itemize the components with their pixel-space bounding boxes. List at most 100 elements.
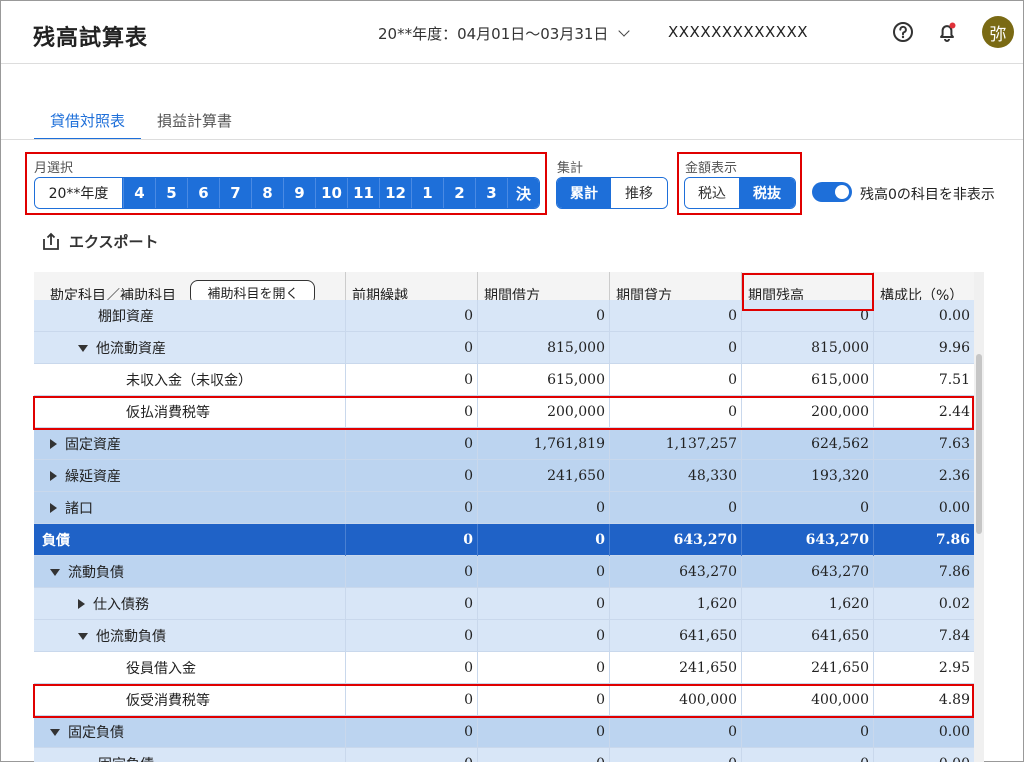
fiscal-year-button[interactable]: 20**年度 [35, 178, 123, 208]
bell-icon[interactable] [936, 21, 958, 43]
account-name: 仕入債務 [93, 597, 149, 613]
debit-cell: 615,000 [478, 364, 610, 396]
account-name: 役員借入金 [126, 661, 196, 677]
credit-cell: 0 [610, 492, 742, 524]
app-header: 残高試算表 20**年度：04月01日〜03月31日 XXXXXXXXXXXXX… [1, 1, 1023, 64]
balance-cell: 0 [742, 748, 874, 762]
table-row[interactable]: 固定資産 0 1,761,819 1,137,257 624,562 7.63 [34, 428, 974, 460]
account-name: 固定資産 [65, 437, 121, 453]
month-button-11[interactable]: 11 [347, 178, 379, 208]
account-name-cell: 未収入金（未収金） [34, 364, 346, 396]
month-button-6[interactable]: 6 [187, 178, 219, 208]
month-button-1[interactable]: 1 [411, 178, 443, 208]
month-button-5[interactable]: 5 [155, 178, 187, 208]
balance-cell: 193,320 [742, 460, 874, 492]
fiscal-period-selector[interactable]: 20**年度：04月01日〜03月31日 [378, 23, 631, 44]
balance-cell: 641,650 [742, 620, 874, 652]
ratio-cell: 2.95 [938, 660, 970, 676]
tax-included-button[interactable]: 税込 [685, 178, 740, 208]
account-name-cell[interactable]: 繰延資産 [34, 460, 346, 492]
table-row[interactable]: 固定負債00000.00 [34, 716, 974, 748]
account-name: 繰延資産 [65, 469, 121, 485]
debit-cell: 0 [478, 524, 610, 556]
credit-cell: 1,620 [610, 588, 742, 620]
account-name-cell[interactable]: 他流動資産 [34, 332, 346, 364]
collapse-triangle-icon[interactable] [78, 632, 88, 640]
collapse-triangle-icon[interactable] [50, 568, 60, 576]
table-row[interactable]: 仕入債務 0 0 1,620 1,620 0.02 [34, 588, 974, 620]
debit-cell: 1,761,819 [478, 428, 610, 460]
chevron-down-icon [618, 25, 631, 37]
month-button-7[interactable]: 7 [219, 178, 251, 208]
table-row[interactable]: 役員借入金 0 0 241,650 241,650 2.95 [34, 652, 974, 684]
month-button-9[interactable]: 9 [283, 178, 315, 208]
prev-cell: 0 [346, 620, 478, 652]
expand-triangle-icon[interactable] [50, 471, 57, 481]
credit-cell: 643,270 [610, 524, 742, 556]
month-button-4[interactable]: 4 [123, 178, 155, 208]
account-name-cell[interactable]: 他流動負債 [34, 620, 346, 652]
table-row[interactable]: 固定負債00000.00 [34, 748, 974, 762]
prev-cell: 0 [346, 524, 478, 556]
expand-triangle-icon[interactable] [50, 503, 57, 513]
ratio-cell: 0.00 [938, 500, 970, 516]
help-icon[interactable] [892, 21, 914, 43]
ratio-cell: 7.86 [938, 564, 970, 580]
tab-income-statement[interactable]: 損益計算書 [141, 100, 248, 140]
expand-triangle-icon[interactable] [78, 599, 85, 609]
prev-cell: 0 [346, 428, 478, 460]
tax-excluded-button[interactable]: 税抜 [739, 178, 795, 208]
month-button-10[interactable]: 10 [315, 178, 347, 208]
account-name-cell: 負債 [34, 524, 346, 556]
prev-cell: 0 [346, 556, 478, 588]
collapse-triangle-icon[interactable] [50, 728, 60, 736]
scrollbar-thumb[interactable] [976, 354, 982, 534]
prev-cell: 0 [346, 460, 478, 492]
table-row[interactable]: 負債 0 0 643,270 643,270 7.86 [34, 524, 974, 556]
table-row[interactable]: 他流動資産 0 815,000 0 815,000 9.96 [34, 332, 974, 364]
tab-balance-sheet[interactable]: 貸借対照表 [34, 100, 142, 140]
expand-triangle-icon[interactable] [50, 439, 57, 449]
month-button-2[interactable]: 2 [443, 178, 475, 208]
debit-cell: 815,000 [478, 332, 610, 364]
ratio-cell: 2.36 [938, 468, 970, 484]
ratio-cell: 0.00 [938, 308, 970, 324]
debit-cell: 0 [478, 748, 610, 762]
ratio-cell: 0.00 [938, 724, 970, 740]
balance-cell: 0 [742, 716, 874, 748]
report-tabs: 貸借対照表 損益計算書 [34, 100, 248, 140]
credit-cell: 0 [610, 332, 742, 364]
account-name: 負債 [42, 533, 70, 549]
collapse-triangle-icon[interactable] [78, 344, 88, 352]
month-button-12[interactable]: 12 [379, 178, 411, 208]
month-selection-label: 月選択 [34, 161, 74, 176]
aggregate-cumulative-button[interactable]: 累計 [557, 178, 612, 208]
table-row[interactable]: 流動負債 0 0 643,270 643,270 7.86 [34, 556, 974, 588]
account-name-cell[interactable]: 流動負債 [34, 556, 346, 588]
table-row[interactable]: 諸口 0 0 0 0 0.00 [34, 492, 974, 524]
balance-column-highlight [742, 273, 874, 311]
hide-zero-label: 残高0の科目を非表示 [860, 187, 995, 203]
credit-cell: 641,650 [610, 620, 742, 652]
account-name-cell[interactable]: 固定負債 [34, 716, 346, 748]
account-name: 他流動資産 [96, 341, 166, 357]
aggregate-trend-button[interactable]: 推移 [611, 178, 667, 208]
provisional-tax-paid-highlight [33, 396, 974, 430]
month-button-closing[interactable]: 決 [507, 178, 539, 208]
month-button-8[interactable]: 8 [251, 178, 283, 208]
table-row[interactable]: 他流動負債 0 0 641,650 641,650 7.84 [34, 620, 974, 652]
account-name-cell[interactable]: 仕入債務 [34, 588, 346, 620]
table-scrollbar[interactable] [974, 272, 984, 762]
table-row[interactable]: 繰延資産 0 241,650 48,330 193,320 2.36 [34, 460, 974, 492]
month-button-3[interactable]: 3 [475, 178, 507, 208]
account-name-cell: 役員借入金 [34, 652, 346, 684]
month-selector: 20**年度 4 5 6 7 8 9 10 11 12 1 2 3 決 [34, 177, 540, 209]
avatar[interactable]: 弥 [982, 16, 1014, 48]
credit-cell: 643,270 [610, 556, 742, 588]
credit-cell: 0 [610, 716, 742, 748]
hide-zero-toggle[interactable] [812, 182, 852, 202]
table-row[interactable]: 未収入金（未収金） 0 615,000 0 615,000 7.51 [34, 364, 974, 396]
export-button[interactable]: エクスポート [41, 231, 159, 252]
account-name-cell[interactable]: 固定資産 [34, 428, 346, 460]
account-name-cell[interactable]: 諸口 [34, 492, 346, 524]
